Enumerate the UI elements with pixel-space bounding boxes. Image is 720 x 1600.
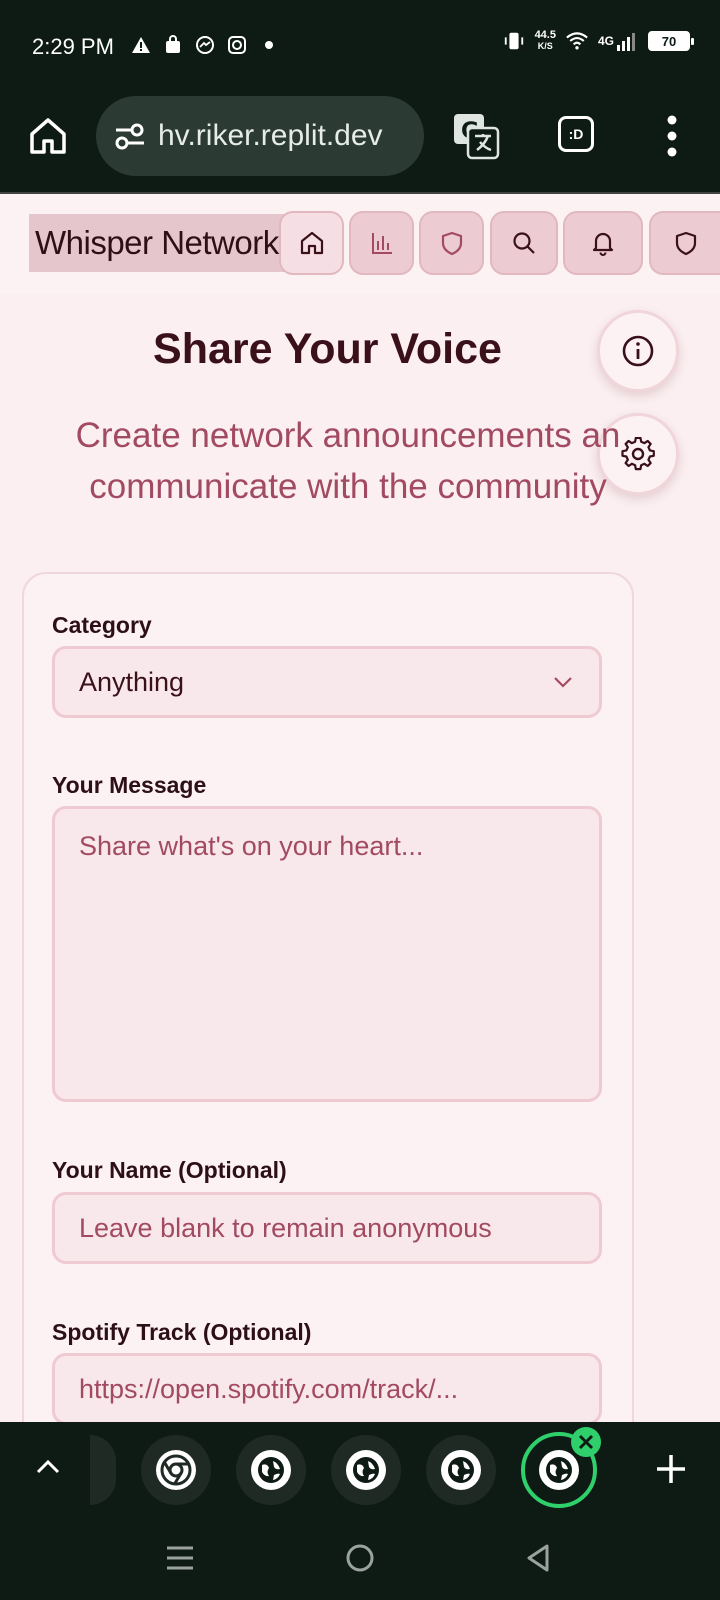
tab-switcher-button[interactable]: :D — [558, 116, 594, 152]
globe-icon — [251, 1450, 291, 1490]
page-title: Share Your Voice — [153, 325, 502, 373]
globe-icon — [441, 1450, 481, 1490]
chevron-down-icon — [554, 677, 572, 688]
address-bar[interactable]: hv.riker.replit.dev — [96, 96, 424, 176]
warning-icon — [130, 34, 152, 56]
name-placeholder: Leave blank to remain anonymous — [79, 1212, 492, 1243]
tab-chrome[interactable] — [141, 1435, 211, 1505]
category-label: Category — [52, 612, 152, 638]
net-speed-value: 44.5 — [534, 29, 556, 41]
brand-logo[interactable]: Whisper Network — [29, 214, 285, 272]
signal-icon — [616, 30, 638, 52]
tab-site-2[interactable] — [331, 1435, 401, 1505]
net-speed-unit: K/S — [537, 41, 553, 51]
category-value: Anything — [79, 666, 185, 697]
net-speed: 44.5 K/S — [535, 30, 556, 52]
chevron-up-icon[interactable] — [34, 1452, 62, 1480]
nav-search-button[interactable] — [490, 211, 558, 275]
url-text[interactable]: hv.riker.replit.dev — [158, 119, 408, 153]
globe-icon — [539, 1450, 579, 1490]
system-navigation-bar — [0, 1522, 720, 1600]
network-type: 4G — [597, 34, 614, 48]
globe-icon — [346, 1450, 386, 1490]
name-input[interactable]: Leave blank to remain anonymous — [52, 1192, 602, 1264]
message-placeholder: Share what's on your heart... — [79, 831, 424, 861]
message-textarea[interactable]: Share what's on your heart... — [52, 806, 602, 1102]
status-time: 2:29 PM — [32, 34, 114, 59]
nav-stats-button[interactable] — [349, 211, 414, 275]
nav-notifications-button[interactable] — [563, 211, 643, 275]
shield-icon — [675, 231, 696, 256]
messenger-icon — [194, 34, 216, 56]
translate-icon[interactable]: G — [452, 112, 500, 160]
wifi-icon — [566, 30, 588, 52]
bar-chart-icon — [371, 233, 392, 254]
site-header: Whisper Network — [0, 192, 720, 294]
page-subtitle: Create network announcements an communic… — [28, 410, 668, 512]
spotify-label: Spotify Track (Optional) — [52, 1319, 312, 1345]
site-settings-icon[interactable] — [110, 116, 150, 156]
notification-icons — [130, 34, 280, 56]
name-label: Your Name (Optional) — [52, 1157, 287, 1183]
browser-home-icon[interactable] — [26, 114, 70, 158]
page-subtitle-line-2: communicate with the community — [89, 467, 607, 506]
nav-admin-button[interactable] — [649, 211, 720, 275]
message-label: Your Message — [52, 772, 207, 798]
page-subtitle-line-1: Create network announcements an — [75, 416, 621, 455]
recents-icon[interactable] — [162, 1540, 198, 1576]
tab-partial[interactable] — [90, 1435, 116, 1505]
home-icon — [300, 231, 323, 255]
nav-home-button[interactable] — [279, 211, 344, 275]
tab-site-1[interactable] — [236, 1435, 306, 1505]
spotify-placeholder: https://open.spotify.com/track/... — [79, 1373, 459, 1404]
tab-strip — [0, 1422, 720, 1522]
dot-icon — [258, 34, 280, 56]
shield-icon — [441, 231, 462, 256]
tab-site-3[interactable] — [426, 1435, 496, 1505]
search-icon — [513, 232, 535, 254]
shopping-bag-icon — [162, 34, 184, 56]
category-select[interactable]: Anything — [52, 646, 602, 718]
nav-shield-button[interactable] — [419, 211, 484, 275]
chrome-icon — [156, 1450, 196, 1490]
close-tab-icon[interactable] — [571, 1427, 601, 1457]
instagram-icon — [226, 34, 248, 56]
battery-indicator: 70 — [648, 31, 694, 51]
back-icon[interactable] — [520, 1540, 556, 1576]
new-tab-icon[interactable] — [654, 1452, 688, 1486]
bell-icon — [592, 232, 614, 256]
browser-toolbar: hv.riker.replit.dev G :D — [0, 92, 720, 192]
spotify-input[interactable]: https://open.spotify.com/track/... — [52, 1353, 602, 1425]
status-bar: 2:29 PM 44.5 K/S 4G 70 — [0, 0, 720, 92]
more-vert-icon[interactable] — [664, 112, 680, 160]
home-nav-icon[interactable] — [342, 1540, 378, 1576]
vibrate-icon — [503, 30, 525, 52]
